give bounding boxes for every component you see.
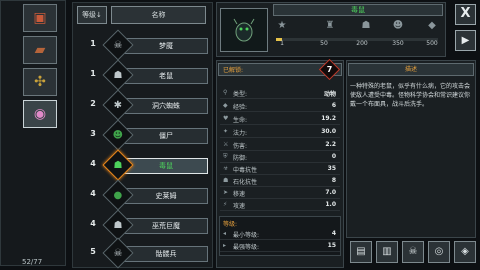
monster-level: 4: [90, 189, 96, 198]
monster-title: 毒鼠: [273, 4, 443, 16]
stat-row: ☣ 中毒抗性 35: [220, 164, 340, 175]
eye-icon: ◉: [33, 106, 47, 122]
mask-button[interactable]: ◎: [428, 241, 450, 263]
list-item[interactable]: 2 洞穴蜘蛛 ✱: [76, 89, 209, 121]
monster-icon: ☻: [102, 119, 134, 151]
rat-icon: [233, 18, 255, 42]
monster-name: 老鼠: [124, 68, 208, 84]
stat-row-max-level: ▸ 最强等级: 15: [220, 241, 340, 252]
progress-label: 350: [392, 40, 404, 47]
scroll-button[interactable]: ▥: [376, 241, 398, 263]
scroll-icon: ▥: [382, 246, 392, 257]
name-header-button[interactable]: 名称: [111, 6, 206, 24]
book-icon: ▤: [356, 246, 366, 257]
stat-icon: ☗: [223, 177, 229, 184]
sort-level-button[interactable]: 等级↓: [77, 6, 107, 24]
mask-icon: ◎: [434, 246, 444, 257]
monster-level: 1: [90, 39, 96, 48]
monster-level: 1: [90, 69, 96, 78]
milestone-icon: ☗: [361, 20, 371, 31]
stat-icon: ▸: [223, 242, 227, 249]
milestone-icon: ◆: [428, 20, 436, 31]
stat-icon: ☣: [223, 165, 229, 172]
monster-icon: ☗: [102, 149, 134, 181]
monster-level: 5: [90, 247, 96, 256]
stat-row: ⛨ 防御: 0: [220, 152, 340, 163]
category-column: ▣ ▰ ✣ ◉ 52/77: [0, 0, 66, 266]
monster-icon: ☠: [102, 237, 134, 269]
stat-icon: ➤: [223, 189, 229, 196]
skull-icon: ☠: [408, 246, 418, 257]
monster-list: 等级↓ 名称 1 梦魇 ☠ 1 老鼠 ☗ 2 洞穴蜘蛛 ✱ 3 僵尸 ☻ 4 毒…: [72, 2, 213, 269]
stat-row: ♥ 生命: 19.2: [220, 114, 340, 125]
gem-icon: ◈: [461, 246, 469, 257]
stat-icon: ◆: [223, 102, 228, 109]
level-range-title: 等级:: [223, 221, 238, 228]
monster-icon: ✱: [102, 89, 134, 121]
monster-icon: ●: [102, 179, 134, 211]
monster-name: 毒鼠: [124, 158, 208, 174]
monster-level: 3: [90, 129, 96, 138]
list-item[interactable]: 3 僵尸 ☻: [76, 119, 209, 151]
monster-name: 史莱姆: [124, 188, 208, 204]
progress-label: 50: [320, 40, 328, 47]
stat-row: ⚡ 攻速 1.0: [220, 200, 340, 211]
monster-level: 4: [90, 219, 96, 228]
monster-icon: ☠: [102, 29, 134, 61]
monster-name: 洞穴蜘蛛: [124, 98, 208, 114]
gem-button[interactable]: ◈: [454, 241, 476, 263]
list-item[interactable]: 4 史莱姆 ●: [76, 179, 209, 211]
stat-row: ⚔ 伤害: 2.2: [220, 140, 340, 151]
monster-name: 僵尸: [124, 128, 208, 144]
list-item[interactable]: 4 巫荒巨魔 ☗: [76, 209, 209, 241]
monster-name: 巫荒巨魔: [124, 218, 208, 234]
list-item-selected[interactable]: 4 毒鼠 ☗: [76, 149, 209, 181]
category-chest[interactable]: ▣: [23, 4, 57, 32]
stat-row: ✦ 法力: 30.0: [220, 127, 340, 138]
stat-icon: ⛨: [223, 153, 228, 160]
book-button[interactable]: ▤: [350, 241, 372, 263]
stat-row-type: ⚲ 类型: 动物: [220, 88, 340, 99]
progress-label: 200: [356, 40, 368, 47]
category-eye[interactable]: ◉: [23, 100, 57, 128]
creature-icon: ✣: [34, 74, 46, 90]
list-item[interactable]: 1 梦魇 ☠: [76, 29, 209, 61]
monster-level: 4: [90, 159, 96, 168]
chest-icon: ▣: [33, 10, 47, 26]
stat-icon: ◂: [223, 230, 227, 237]
stat-icon: ♥: [223, 115, 229, 122]
stat-row-min-level: ◂ 最小等级: 4: [220, 229, 340, 240]
monster-name: 骷髅兵: [124, 246, 208, 262]
monster-name: 梦魇: [124, 38, 208, 54]
skull-button[interactable]: ☠: [402, 241, 424, 263]
milestone-icon: ☻: [392, 20, 404, 31]
collection-counter: 52/77: [22, 258, 43, 266]
list-item[interactable]: 5 骷髅兵 ☠: [76, 237, 209, 269]
monster-level: 2: [90, 99, 96, 108]
category-creature[interactable]: ✣: [23, 68, 57, 96]
progress-label: 1: [280, 40, 284, 47]
stat-row: ➤ 移速 7.0: [220, 188, 340, 199]
type-icon: ⚲: [223, 89, 228, 96]
unlock-label: 已解锁:: [223, 67, 244, 74]
stat-icon: ⚡: [223, 201, 228, 208]
stat-row: ☗ 石化抗性 8: [220, 176, 340, 187]
list-item[interactable]: 1 老鼠 ☗: [76, 59, 209, 91]
boot-icon: ▰: [34, 42, 46, 58]
stat-icon: ⚔: [223, 141, 229, 148]
category-boot[interactable]: ▰: [23, 36, 57, 64]
monster-portrait: [220, 8, 268, 52]
monster-icon: ☗: [102, 59, 134, 91]
progress-marker-icon: ★: [277, 20, 287, 31]
progress-label: 500: [426, 40, 438, 47]
description-text: 一种特殊的老鼠，似乎有什么病，它的攻击会使敌人遭受中毒。怪物科学协会和常识建议你…: [350, 83, 471, 108]
stat-icon: ✦: [223, 128, 229, 135]
close-button[interactable]: X: [455, 4, 476, 25]
next-button[interactable]: ▶: [455, 30, 476, 51]
milestone-icon: ♜: [325, 20, 335, 31]
monster-icon: ☗: [102, 209, 134, 241]
description-header: 描述: [348, 63, 474, 76]
stat-row: ◆ 经验: 6: [220, 101, 340, 112]
